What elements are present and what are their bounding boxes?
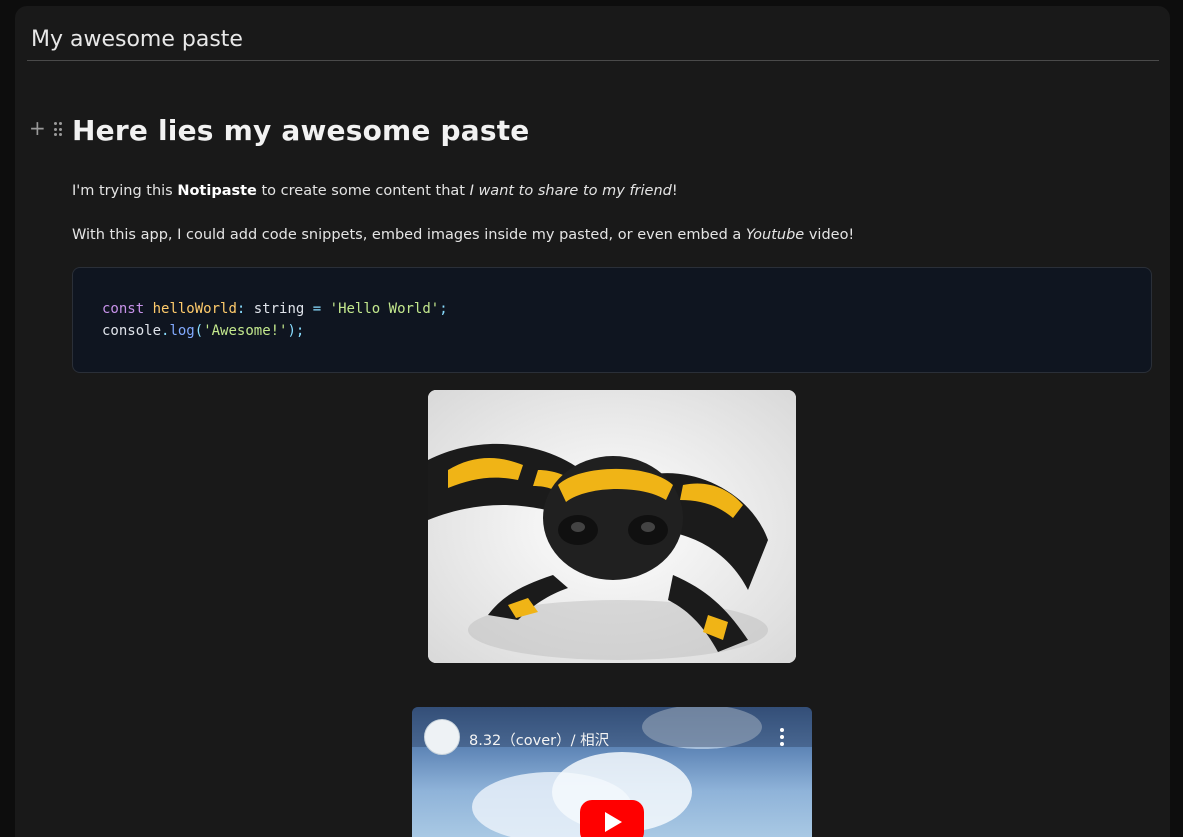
content-heading[interactable]: Here lies my awesome paste <box>72 114 1152 147</box>
salamander-illustration <box>428 390 796 663</box>
code-function: log <box>169 323 195 339</box>
paragraph-text: With this app, I could add code snippets… <box>72 227 746 243</box>
plus-icon[interactable]: + <box>29 118 46 138</box>
paste-title-input[interactable] <box>31 24 1141 54</box>
code-line: console.log('Awesome!'); <box>102 323 304 339</box>
code-string: 'Hello World' <box>329 301 440 317</box>
paragraph-intro[interactable]: I'm trying this Notipaste to create some… <box>72 183 678 199</box>
code-paren: ( <box>194 323 204 339</box>
drag-handle-icon[interactable] <box>53 119 62 137</box>
code-string: 'Awesome!' <box>203 323 288 339</box>
italic-text: I want to share to my friend <box>469 183 672 199</box>
code-block[interactable]: const helloWorld: string = 'Hello World'… <box>72 267 1152 373</box>
salamander-image[interactable] <box>428 390 796 663</box>
paragraph-text: ! <box>671 183 678 199</box>
code-object: console <box>102 323 162 339</box>
italic-text: Youtube <box>745 227 805 243</box>
code-variable: helloWorld <box>152 301 237 317</box>
paragraph-features[interactable]: With this app, I could add code snippets… <box>72 227 854 243</box>
video-title[interactable]: 8.32（cover）/ 相沢 <box>469 729 609 750</box>
editor-content[interactable]: Here lies my awesome paste I'm trying th… <box>72 114 1152 837</box>
code-semicolon: ; <box>295 323 305 339</box>
title-divider <box>27 60 1159 61</box>
paragraph-text: to create some content that <box>256 183 470 199</box>
code-keyword: const <box>102 301 145 317</box>
block-handle: + <box>29 118 62 138</box>
paragraph-text: I'm trying this <box>72 183 178 199</box>
code-paren: ) <box>287 323 296 339</box>
code-operator: = <box>312 301 322 317</box>
play-icon[interactable] <box>580 800 644 837</box>
code-type: string <box>245 301 313 317</box>
bold-text: Notipaste <box>177 183 257 199</box>
more-vertical-icon[interactable] <box>780 728 784 746</box>
paste-window: + Here lies my awesome paste I'm trying … <box>15 6 1170 837</box>
channel-avatar[interactable] <box>424 719 460 755</box>
paragraph-text: video! <box>804 227 855 243</box>
code-semicolon: ; <box>439 301 448 317</box>
code-line: const helloWorld: string = 'Hello World'… <box>102 301 448 317</box>
youtube-embed[interactable]: 8.32（cover）/ 相沢 <box>412 707 812 837</box>
